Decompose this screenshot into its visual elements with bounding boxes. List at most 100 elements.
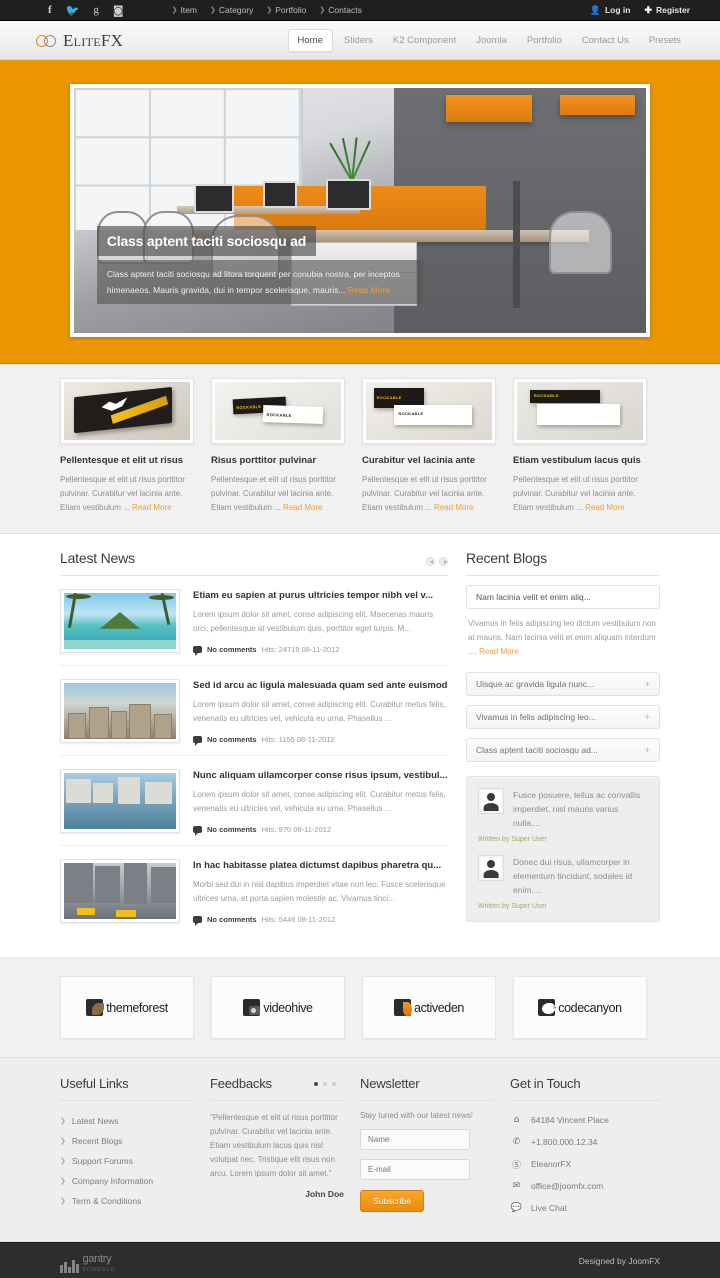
feature-read-more-link[interactable]: Read More — [283, 503, 323, 512]
feature-thumbnail[interactable]: ROCKABLE — [513, 378, 647, 444]
accordion-item[interactable]: Vivamus in felis adipiscing leo... + — [466, 705, 660, 729]
testimonial-author: Written by Super User — [478, 903, 547, 910]
newsletter-email-input[interactable] — [360, 1159, 470, 1180]
news-list-item[interactable]: Sed id arcu ac ligula malesuada quam sed… — [60, 666, 448, 756]
brand-videohive[interactable]: videohive — [211, 976, 345, 1039]
accordion-read-more-link[interactable]: Read More — [479, 647, 519, 656]
footer-link-recent-blogs[interactable]: ❯ Recent Blogs — [60, 1131, 194, 1151]
pagination-dot-3[interactable] — [332, 1081, 336, 1086]
news-thumbnail[interactable] — [60, 859, 180, 923]
scene-chair — [548, 210, 612, 275]
feature-thumbnail[interactable]: ROCKABLE ROCKABLE — [362, 378, 496, 444]
nav-item-k2-component[interactable]: K2 Component — [384, 30, 465, 51]
nav-item-joomla[interactable]: Joomla — [467, 30, 516, 51]
news-title[interactable]: Sed id arcu ac ligula malesuada quam sed… — [193, 679, 448, 692]
top-nav-label: Item — [180, 5, 197, 15]
designed-by-label: Designed by JoomFX — [578, 1255, 660, 1266]
gantry-logo[interactable]: gantry POWERED — [60, 1249, 115, 1273]
footer-link-latest-news[interactable]: ❯ Latest News — [60, 1111, 194, 1131]
feature-read-more-link[interactable]: Read More — [132, 503, 172, 512]
news-image-beach — [64, 593, 176, 649]
hero-slider[interactable]: Class aptent taciti sociosqu ad Class ap… — [70, 84, 650, 337]
footer-link-company-information[interactable]: ❯ Company Information — [60, 1171, 194, 1191]
news-title[interactable]: Etiam eu sapien at purus ultricies tempo… — [193, 589, 448, 602]
twitter-icon[interactable]: 🐦 — [66, 5, 80, 16]
feature-read-more-link[interactable]: Read More — [585, 503, 625, 512]
slide-caption: Class aptent taciti sociosqu ad Class ap… — [96, 225, 423, 304]
scene-cabinet — [445, 95, 532, 123]
scene-monitor — [262, 181, 298, 209]
slide-title: Class aptent taciti sociosqu ad — [96, 225, 317, 256]
news-excerpt: Lorem ipsum dolor sit amet, conse adipis… — [193, 700, 446, 723]
news-thumbnail[interactable] — [60, 589, 180, 653]
news-thumbnail[interactable] — [60, 679, 180, 743]
facebook-icon[interactable]: f — [48, 4, 52, 16]
feature-box: Pellentesque et elit ut risus Pellentesq… — [60, 378, 194, 515]
top-nav-item-portfolio[interactable]: ❯ Portfolio — [266, 5, 306, 15]
latest-news-title: Latest News — [60, 550, 135, 566]
main-nav: Home Sliders K2 Component Joomla Portfol… — [287, 29, 690, 52]
top-nav-item-item[interactable]: ❯ Item — [172, 5, 197, 15]
feedback-quote: "Pellentesque et elit ut risus porttitor… — [210, 1113, 338, 1178]
nav-item-portfolio[interactable]: Portfolio — [518, 30, 571, 51]
slide-read-more-link[interactable]: Read More — [348, 285, 390, 295]
feature-title: Etiam vestibulum lacus quis — [513, 455, 641, 466]
themeforest-icon — [86, 999, 105, 1016]
mail-icon: ✉ — [512, 1181, 521, 1191]
news-list-item[interactable]: Etiam eu sapien at purus ultricies tempo… — [60, 576, 448, 666]
footer-link-support-forums[interactable]: ❯ Support Forums — [60, 1151, 194, 1171]
testimonial-text: Fusce posuere, tellus ac convallis imper… — [513, 790, 641, 828]
site-header: EliteFX Home Sliders K2 Component Joomla… — [0, 21, 720, 60]
brand-codecanyon[interactable]: codecanyon — [513, 976, 647, 1039]
news-list-item[interactable]: In hac habitasse platea dictumst dapibus… — [60, 846, 448, 935]
infinity-logo-icon — [36, 34, 58, 47]
nav-item-presets[interactable]: Presets — [640, 30, 690, 51]
google-plus-icon[interactable]: g — [93, 4, 99, 16]
feature-text: Pellentesque et elit ut risus porttitor … — [513, 473, 647, 515]
carousel-prev-button[interactable] — [426, 557, 435, 566]
avatar — [478, 855, 504, 881]
latest-news-column: Latest News Etiam eu sapien at purus ult… — [60, 550, 448, 935]
contact-email[interactable]: ✉ office@joomfx.com — [510, 1175, 660, 1197]
login-button[interactable]: 👤 Log in — [590, 5, 631, 16]
brand-activeden[interactable]: activeden — [362, 976, 496, 1039]
plus-icon: + — [644, 712, 650, 722]
contact-live-chat[interactable]: 💬 Live Chat — [510, 1197, 660, 1219]
top-nav-item-contacts[interactable]: ❯ Contacts — [319, 5, 361, 15]
chevron-right-icon: ❯ — [319, 7, 326, 14]
pagination-dot-1[interactable] — [314, 1081, 318, 1086]
feature-title: Risus porttitor pulvinar — [211, 455, 317, 466]
top-nav: ❯ Item ❯ Category ❯ Portfolio ❯ Contacts — [172, 5, 362, 15]
top-nav-item-category[interactable]: ❯ Category — [210, 5, 253, 15]
newsletter-subscribe-button[interactable]: Subscribe — [360, 1190, 424, 1212]
news-list-item[interactable]: Nunc aliquam ullamcorper conse risus ips… — [60, 756, 448, 846]
news-title[interactable]: In hac habitasse platea dictumst dapibus… — [193, 859, 448, 872]
social-links: f 🐦 g ◙ — [48, 4, 124, 16]
accordion-item[interactable]: Class aptent taciti sociosqu ad... + — [466, 738, 660, 762]
feature-thumbnail[interactable] — [60, 378, 194, 444]
news-title[interactable]: Nunc aliquam ullamcorper conse risus ips… — [193, 769, 448, 782]
nav-item-sliders[interactable]: Sliders — [335, 30, 382, 51]
accordion-item-open[interactable]: Nam lacinia velit et enim aliq... — [466, 585, 660, 609]
testimonial: Fusce posuere, tellus ac convallis imper… — [478, 788, 648, 843]
nav-item-contact-us[interactable]: Contact Us — [573, 30, 638, 51]
pagination-dot-2[interactable] — [323, 1081, 327, 1086]
register-button[interactable]: ✚ Register — [644, 5, 690, 16]
brand-themeforest[interactable]: themeforest — [60, 976, 194, 1039]
carousel-next-button[interactable] — [439, 557, 448, 566]
contact-skype[interactable]: Ⓢ EleanorFX — [510, 1153, 660, 1175]
footer-link-label: Term & Conditions — [71, 1196, 142, 1206]
newsletter-name-input[interactable] — [360, 1129, 470, 1150]
feature-read-more-link[interactable]: Read More — [434, 503, 474, 512]
footer-link-label: Support Forums — [71, 1156, 133, 1166]
site-logo[interactable]: EliteFX — [36, 31, 123, 51]
news-image-town — [64, 683, 176, 739]
accordion-item[interactable]: Uisque ac gravida ligula nunc... + — [466, 672, 660, 696]
news-thumbnail[interactable] — [60, 769, 180, 833]
nav-item-home[interactable]: Home — [287, 29, 333, 52]
rss-icon[interactable]: ◙ — [113, 5, 124, 16]
features-section: Pellentesque et elit ut risus Pellentesq… — [0, 364, 720, 534]
footer-link-term-conditions[interactable]: ❯ Term & Conditions — [60, 1191, 194, 1211]
footer-title: Feedbacks — [210, 1076, 272, 1091]
feature-thumbnail[interactable]: ROCKABLE ROCKABLE — [211, 378, 345, 444]
